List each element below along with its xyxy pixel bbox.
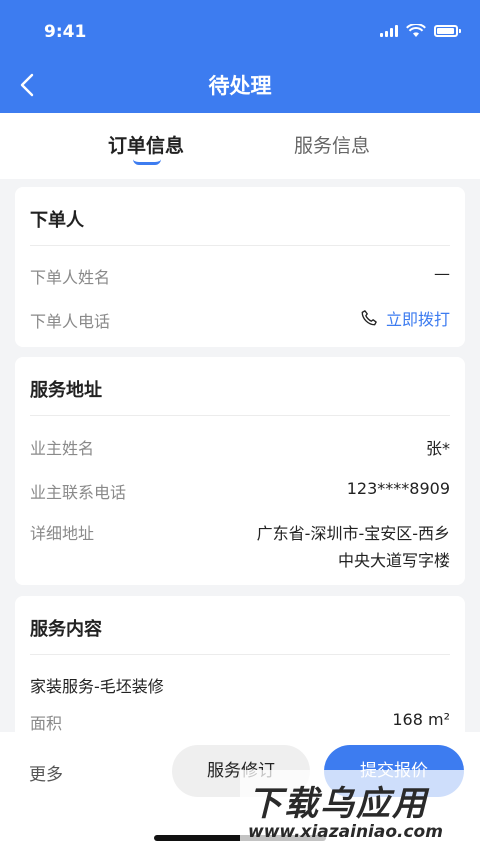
content-card-title: 服务内容 bbox=[30, 619, 102, 640]
area-label: 面积 bbox=[30, 714, 63, 733]
app-header: 9:41 待处理 bbox=[0, 0, 480, 113]
divider bbox=[30, 415, 450, 416]
service-name: 家装服务-毛坯装修 bbox=[30, 677, 164, 696]
orderer-name-label: 下单人姓名 bbox=[30, 268, 111, 287]
battery-icon bbox=[434, 25, 461, 37]
divider bbox=[30, 654, 450, 655]
tab-service-info[interactable]: 服务信息 bbox=[294, 131, 370, 158]
active-tab-indicator bbox=[133, 159, 161, 165]
detail-address-label: 详细地址 bbox=[30, 524, 95, 543]
watermark: 下载乌应用 www.xiazainiao.com bbox=[240, 770, 480, 853]
service-address-card: 服务地址 业主姓名 张* 业主联系电话 123****8909 详细地址 广东省… bbox=[15, 357, 465, 585]
orderer-phone-label: 下单人电话 bbox=[30, 312, 111, 331]
tab-order-info[interactable]: 订单信息 bbox=[108, 131, 184, 158]
status-icons bbox=[380, 24, 461, 38]
more-button[interactable]: 更多 bbox=[29, 760, 63, 785]
orderer-card-title: 下单人 bbox=[30, 210, 84, 231]
signal-icon bbox=[380, 25, 398, 37]
wifi-icon bbox=[406, 24, 426, 37]
orderer-card: 下单人 下单人姓名 — 下单人电话 立即拨打 bbox=[15, 187, 465, 347]
detail-address-line2: 中央大道写字楼 bbox=[337, 551, 450, 570]
detail-address-line1: 广东省-深圳市-宝安区-西乡 bbox=[256, 524, 450, 543]
address-card-title: 服务地址 bbox=[30, 380, 102, 401]
watermark-logo: 下载乌应用 bbox=[248, 784, 428, 824]
tab-bar: 订单信息 服务信息 bbox=[0, 113, 480, 179]
status-time: 9:41 bbox=[44, 22, 87, 42]
owner-name-label: 业主姓名 bbox=[30, 439, 95, 458]
orderer-name-value: — bbox=[434, 264, 450, 283]
owner-phone-label: 业主联系电话 bbox=[30, 483, 127, 502]
call-now-button[interactable]: 立即拨打 bbox=[360, 306, 450, 330]
divider bbox=[30, 245, 450, 246]
area-value: 168 m² bbox=[392, 710, 450, 729]
owner-phone-value: 123****8909 bbox=[346, 479, 450, 498]
owner-name-value: 张* bbox=[425, 439, 450, 458]
call-now-label: 立即拨打 bbox=[385, 310, 450, 329]
phone-icon bbox=[361, 310, 377, 326]
watermark-url: www.xiazainiao.com bbox=[248, 822, 443, 842]
page-title: 待处理 bbox=[208, 74, 272, 98]
